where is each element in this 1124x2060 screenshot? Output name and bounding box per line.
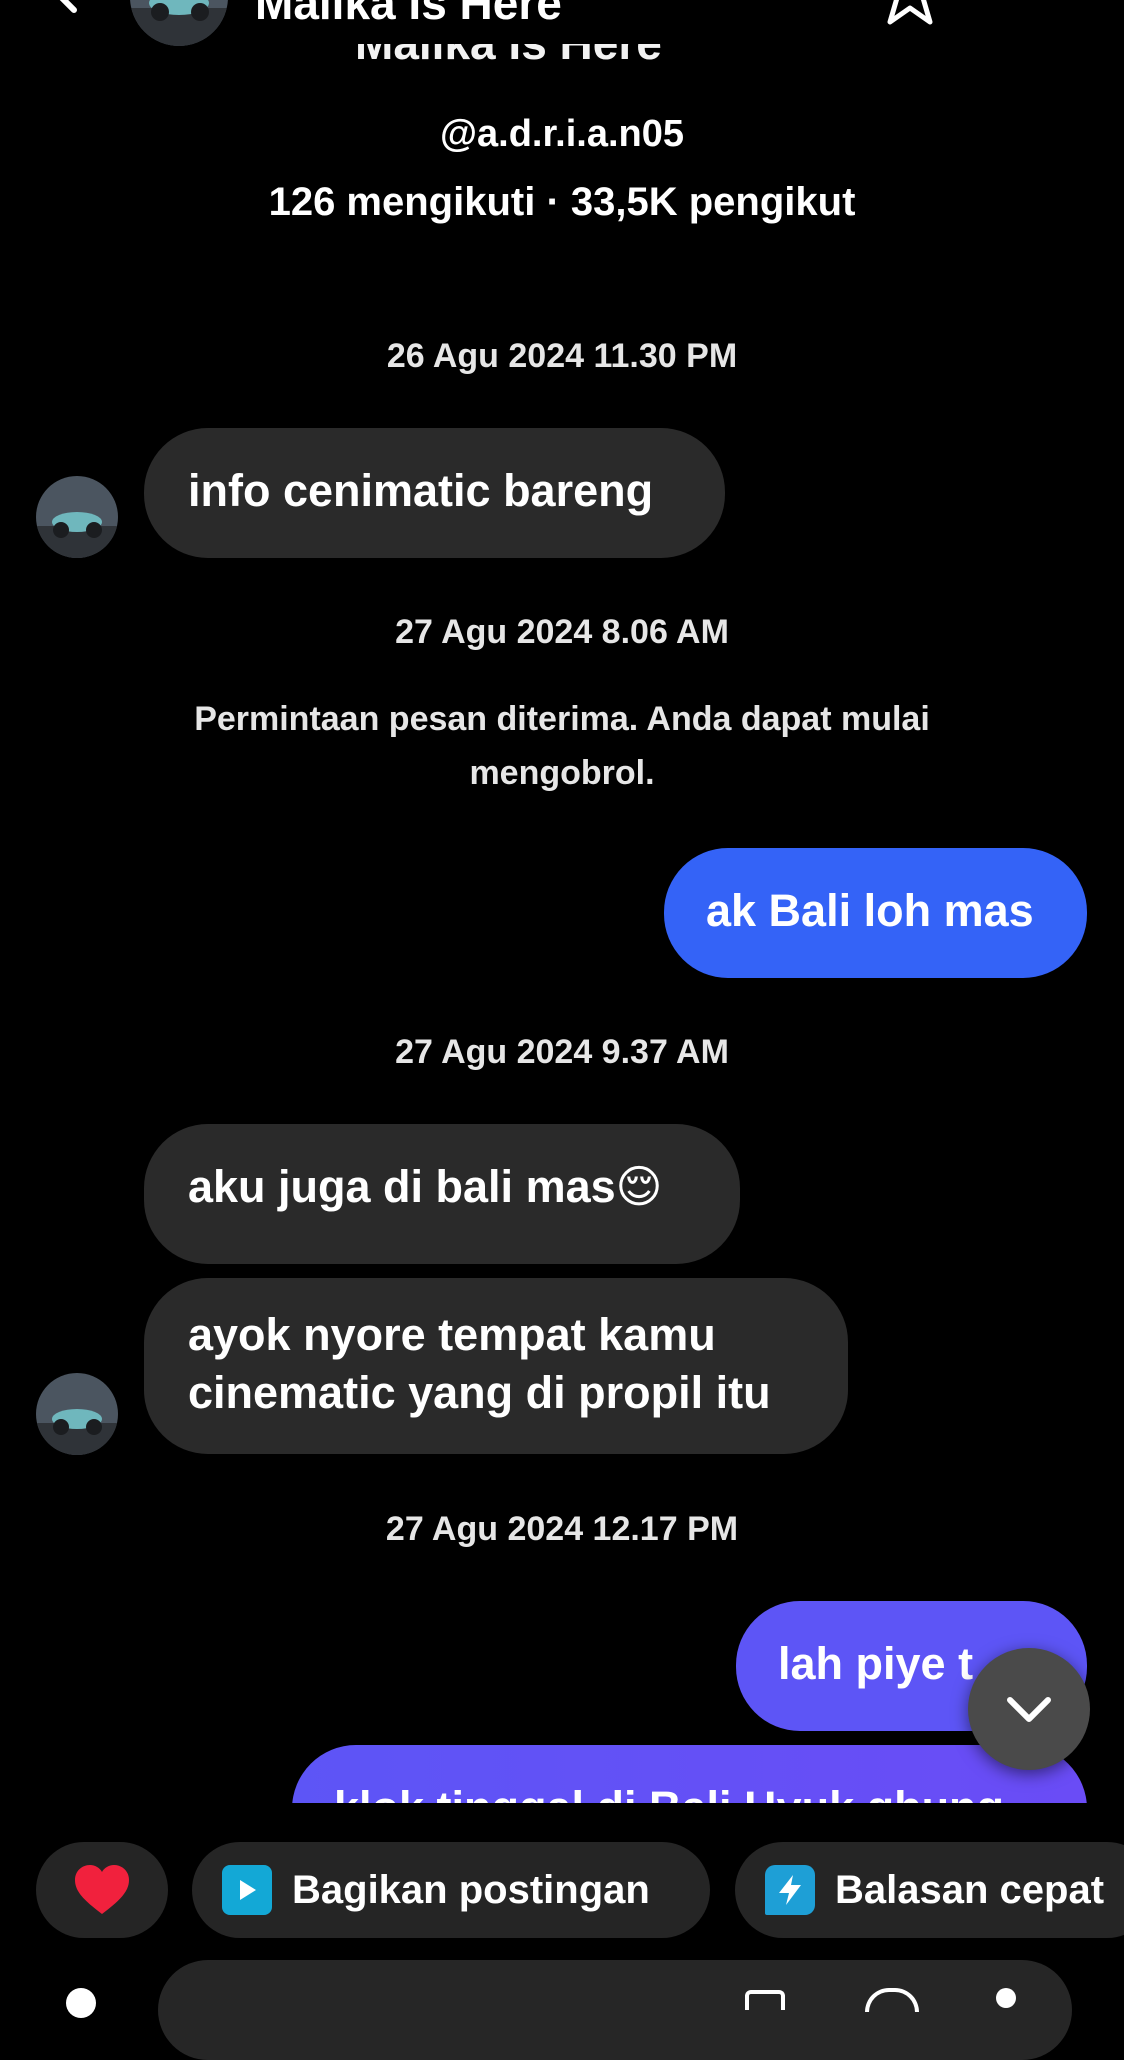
lightning-icon (765, 1865, 815, 1915)
system-message: Permintaan pesan diterima. Anda dapat mu… (194, 700, 930, 792)
timestamp: 27 Agu 2024 12.17 PM (385, 1510, 739, 1548)
ellipsis-icon[interactable] (1005, 0, 1065, 10)
message-bubble-incoming[interactable]: ayok nyore tempat kamu cinematic yang di… (144, 1278, 848, 1454)
heart-icon (75, 1865, 129, 1914)
message-input[interactable] (158, 1960, 1072, 2060)
camera-icon[interactable] (66, 1988, 96, 2018)
message-text: klok tinggal di Bali Hyuk gbung (334, 1782, 1004, 1803)
message-text-line: cinematic yang di propil itu (188, 1367, 771, 1418)
profile-handle[interactable]: @a.d.r.i.a.n05 (0, 113, 1124, 156)
timestamp: 26 Agu 2024 11.30 PM (386, 337, 738, 375)
header-title[interactable]: Malika Is Here (255, 0, 562, 30)
timestamp: 27 Agu 2024 8.06 AM (395, 613, 729, 651)
quick-actions-bar: Bagikan postingan Balasan cepat (0, 1830, 1124, 1940)
message-text: info cenimatic bareng (188, 465, 654, 516)
message-bubble-incoming[interactable]: info cenimatic bareng (144, 428, 725, 558)
more-options-icon[interactable] (996, 1988, 1016, 2008)
message-text: ak Bali loh mas (706, 885, 1034, 936)
play-icon (222, 1865, 272, 1915)
star-icon[interactable] (875, 0, 945, 38)
message-text: aku juga di bali mas😌 (188, 1161, 663, 1212)
image-icon[interactable] (745, 1990, 785, 2010)
share-post-button[interactable]: Bagikan postingan (192, 1842, 710, 1938)
avatar[interactable] (36, 476, 118, 558)
header-avatar[interactable] (130, 0, 228, 46)
message-bubble-incoming[interactable]: aku juga di bali mas😌 (144, 1124, 740, 1264)
scroll-to-bottom-button[interactable] (968, 1648, 1090, 1770)
avatar[interactable] (36, 1373, 118, 1455)
quick-reply-label: Balasan cepat (835, 1867, 1105, 1912)
message-text-line: ayok nyore tempat kamu (188, 1309, 716, 1360)
profile-stats: 126 mengikuti · 33,5K pengikut (268, 180, 856, 224)
timestamp: 27 Agu 2024 9.37 AM (395, 1033, 729, 1071)
share-post-label: Bagikan postingan (292, 1867, 650, 1912)
message-bubble-outgoing[interactable]: ak Bali loh mas (664, 848, 1087, 978)
quick-reply-button[interactable]: Balasan cepat (735, 1842, 1124, 1938)
heart-reaction-button[interactable] (36, 1842, 168, 1938)
chevron-left-icon[interactable] (30, 0, 90, 20)
message-text: lah piye t (778, 1638, 974, 1689)
